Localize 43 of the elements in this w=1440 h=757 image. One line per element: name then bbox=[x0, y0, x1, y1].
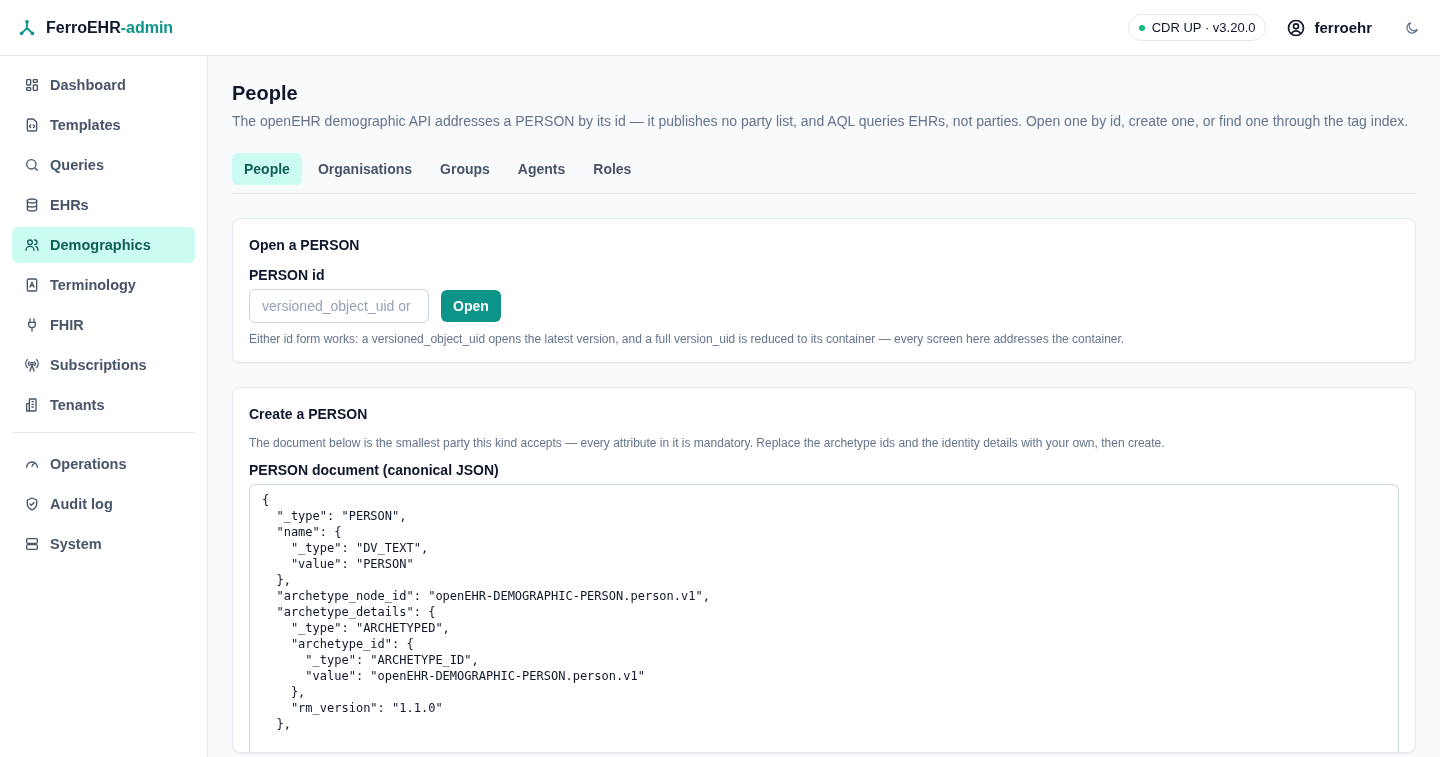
users-icon bbox=[24, 237, 40, 253]
sidebar-item[interactable]: Terminology bbox=[12, 267, 195, 303]
page-description: The openEHR demographic API addresses a PERSON by its id — it publishes no party list, and AQL queries EHRs, not parties. Open one by id, create one, or find one through the tag index. bbox=[232, 112, 1410, 131]
field-label: PERSON id bbox=[249, 267, 326, 283]
tab[interactable]: Organisations bbox=[305, 153, 425, 185]
tab[interactable]: Agents bbox=[505, 153, 578, 185]
page-title: People bbox=[232, 82, 299, 105]
hint-text: The document below is the smallest party this kind accepts — every attribute in it is mandatory. Replace the archetype ids and the identity details with your own, then create. bbox=[249, 436, 1166, 450]
card-title: Create a PERSON bbox=[249, 406, 369, 422]
hint-text: Either id form works: a versioned_object_uid opens the latest version, and a full version_uid is reduced to its container — every screen here addresses the container. bbox=[249, 332, 1126, 346]
user-name[interactable]: ferroehr bbox=[1314, 19, 1372, 36]
search-icon bbox=[24, 157, 40, 173]
dashboard-icon bbox=[24, 77, 40, 93]
sidebar-item[interactable]: Subscriptions bbox=[12, 347, 195, 383]
book-icon bbox=[24, 277, 40, 293]
field-label: PERSON document (canonical JSON) bbox=[249, 462, 500, 478]
tab[interactable]: Groups bbox=[428, 153, 502, 185]
sidebar-item[interactable]: Demographics bbox=[12, 227, 195, 263]
logo-icon bbox=[18, 18, 36, 37]
sidebar-item[interactable]: Operations bbox=[12, 446, 195, 482]
sidebar-item[interactable]: Audit log bbox=[12, 486, 195, 522]
open-button[interactable]: Open bbox=[441, 290, 501, 322]
tab[interactable]: Roles bbox=[581, 153, 644, 185]
antenna-icon bbox=[24, 357, 40, 373]
server-icon bbox=[24, 536, 40, 552]
sidebar-item[interactable]: Tenants bbox=[12, 387, 195, 423]
building-icon bbox=[24, 397, 40, 413]
user-icon bbox=[1286, 17, 1307, 38]
brand-name: FerroEHR-admin bbox=[46, 18, 174, 37]
shield-icon bbox=[24, 496, 40, 512]
moon-icon[interactable] bbox=[1404, 19, 1420, 36]
sidebar-item[interactable]: System bbox=[12, 526, 195, 562]
sidebar-item[interactable]: FHIR bbox=[12, 307, 195, 343]
tab[interactable]: People bbox=[232, 153, 302, 185]
card-title: Open a PERSON bbox=[249, 237, 361, 253]
sidebar-item[interactable]: Dashboard bbox=[12, 67, 195, 103]
database-icon bbox=[24, 197, 40, 213]
sidebar-item[interactable]: EHRs bbox=[12, 187, 195, 223]
file-icon bbox=[24, 117, 40, 133]
person-id-field[interactable]: versioned_object_uid or bbox=[249, 289, 429, 323]
json-editor-field[interactable]: { "_type": "PERSON", "name": { "_type": "DV_TEXT", "value": "PERSON" }, "archetype_node_id": "openEHR-DEMOGRAPHIC-PERSON.person.v1", "archetype_details": { "_type": "ARCHETYPED", "archetype_id": { "_type": "ARCHETYPE_ID", "value": "openEHR-DEMOGRAPHIC-PERSON.person.v1" }, "rm_version": "1.1.0" }, bbox=[249, 484, 1399, 752]
sidebar-item[interactable]: Queries bbox=[12, 147, 195, 183]
sidebar-item[interactable]: Templates bbox=[12, 107, 195, 143]
